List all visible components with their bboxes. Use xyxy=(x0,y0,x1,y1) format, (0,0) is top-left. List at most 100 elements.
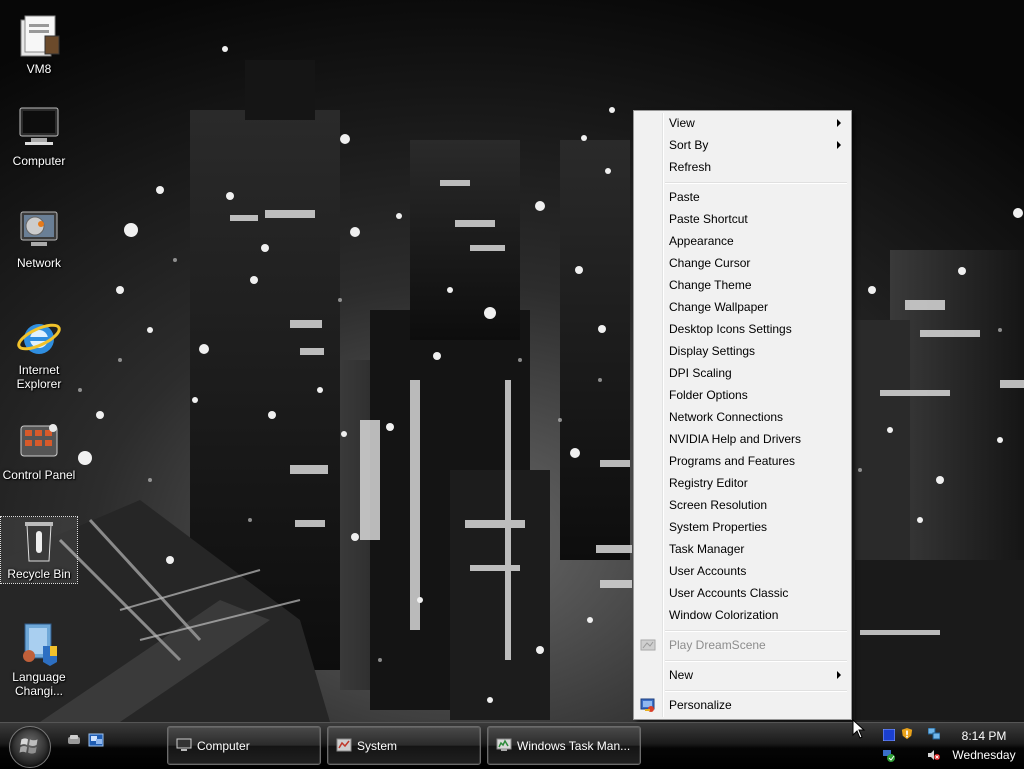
desktop-context-menu: View Sort By Refresh Paste Paste Shortcu… xyxy=(633,110,852,720)
menu-item-label: Screen Resolution xyxy=(669,498,768,512)
menu-item-dpi-scaling[interactable]: DPI Scaling xyxy=(636,362,849,384)
menu-item-programs-and-features[interactable]: Programs and Features xyxy=(636,450,849,472)
menu-item-paste[interactable]: Paste xyxy=(636,186,849,208)
desktop-icon-control-panel[interactable]: Control Panel xyxy=(1,418,77,482)
taskbar-button-system[interactable]: System xyxy=(327,726,481,765)
desktop-icon-label: Recycle Bin xyxy=(7,567,71,581)
menu-item-appearance[interactable]: Appearance xyxy=(636,230,849,252)
taskbar-button-task-manager[interactable]: Windows Task Man... xyxy=(487,726,641,765)
network-connection-icon[interactable] xyxy=(928,728,940,740)
volume-muted-icon[interactable] xyxy=(928,749,940,761)
menu-item-label: Paste xyxy=(669,190,700,204)
menu-item-screen-resolution[interactable]: Screen Resolution xyxy=(636,494,849,516)
menu-item-sort-by[interactable]: Sort By xyxy=(636,134,849,156)
menu-item-display-settings[interactable]: Display Settings xyxy=(636,340,849,362)
menu-item-label: Window Colorization xyxy=(669,608,779,622)
menu-item-label: System Properties xyxy=(669,520,768,534)
control-panel-icon xyxy=(20,424,58,457)
taskbar-clock[interactable]: 8:14 PM Wednesday xyxy=(946,727,1022,765)
taskbar-button-label: Computer xyxy=(197,739,250,753)
menu-item-label: User Accounts xyxy=(669,564,747,578)
quick-launch-switch-windows-icon[interactable] xyxy=(88,732,104,748)
submenu-arrow-icon xyxy=(837,119,841,127)
menu-item-label: Change Wallpaper xyxy=(669,300,768,314)
menu-item-label: New xyxy=(669,668,694,682)
menu-item-network-connections[interactable]: Network Connections xyxy=(636,406,849,428)
clock-time: 8:14 PM xyxy=(961,729,1007,743)
desktop-icon-network[interactable]: Network xyxy=(1,206,77,270)
taskbar-button-label: System xyxy=(357,739,398,753)
menu-item-label: Desktop Icons Settings xyxy=(669,322,792,336)
menu-item-label: Folder Options xyxy=(669,388,748,402)
menu-item-change-cursor[interactable]: Change Cursor xyxy=(636,252,849,274)
recycle-bin-icon xyxy=(25,522,53,562)
menu-item-registry-editor[interactable]: Registry Editor xyxy=(636,472,849,494)
desktop-icon-label: VM8 xyxy=(26,62,52,76)
menu-item-new[interactable]: New xyxy=(636,664,849,686)
menu-item-label: Network Connections xyxy=(669,410,784,424)
menu-item-system-properties[interactable]: System Properties xyxy=(636,516,849,538)
menu-item-change-wallpaper[interactable]: Change Wallpaper xyxy=(636,296,849,318)
menu-item-play-dreamscene[interactable]: Play DreamScene xyxy=(636,634,849,656)
menu-item-label: Play DreamScene xyxy=(669,638,766,652)
dreamscene-icon xyxy=(640,639,656,651)
menu-item-label: View xyxy=(669,116,695,130)
menu-item-paste-shortcut[interactable]: Paste Shortcut xyxy=(636,208,849,230)
task-manager-icon xyxy=(496,738,512,751)
computer-icon xyxy=(176,738,192,751)
menu-item-label: Registry Editor xyxy=(669,476,748,490)
menu-item-change-theme[interactable]: Change Theme xyxy=(636,274,849,296)
menu-item-label: Personalize xyxy=(669,698,732,712)
desktop-icon-vm8[interactable]: VM8 xyxy=(1,12,77,76)
network-icon xyxy=(20,211,58,246)
desktop-icon-recycle-bin[interactable]: Recycle Bin xyxy=(0,516,78,584)
menu-item-personalize[interactable]: Personalize xyxy=(636,694,849,716)
desktop-icon-label: Network xyxy=(16,256,61,270)
menu-item-label: Sort By xyxy=(669,138,709,152)
menu-item-nvidia-help-and-drivers[interactable]: NVIDIA Help and Drivers xyxy=(636,428,849,450)
menu-item-label: Refresh xyxy=(669,160,712,174)
desktop-icon-internet-explorer[interactable]: Internet Explorer xyxy=(1,313,77,391)
desktop-wallpaper[interactable] xyxy=(0,0,1024,722)
start-button[interactable] xyxy=(9,726,51,768)
menu-item-label: DPI Scaling xyxy=(669,366,732,380)
menu-item-label: Appearance xyxy=(669,234,734,248)
menu-item-window-colorization[interactable]: Window Colorization xyxy=(636,604,849,626)
quick-launch-show-desktop-icon[interactable] xyxy=(66,732,82,748)
menu-item-user-accounts-classic[interactable]: User Accounts Classic xyxy=(636,582,849,604)
desktop-icon-label: Language Changi... xyxy=(12,670,66,698)
menu-item-label: Programs and Features xyxy=(669,454,796,468)
menu-item-user-accounts[interactable]: User Accounts xyxy=(636,560,849,582)
taskbar-button-computer[interactable]: Computer xyxy=(167,726,321,765)
menu-item-refresh[interactable]: Refresh xyxy=(636,156,849,178)
submenu-arrow-icon xyxy=(837,671,841,679)
taskbar-button-label: Windows Task Man... xyxy=(517,739,631,753)
menu-item-label: Change Cursor xyxy=(669,256,751,270)
menu-separator xyxy=(665,630,847,632)
submenu-arrow-icon xyxy=(837,141,841,149)
menu-item-view[interactable]: View xyxy=(636,112,849,134)
menu-item-label: Paste Shortcut xyxy=(669,212,748,226)
vm8-folder-icon xyxy=(20,15,60,57)
menu-item-folder-options[interactable]: Folder Options xyxy=(636,384,849,406)
menu-separator xyxy=(665,660,847,662)
windows-logo-icon xyxy=(19,738,38,754)
menu-item-task-manager[interactable]: Task Manager xyxy=(636,538,849,560)
desktop-icon-label: Internet Explorer xyxy=(16,363,62,391)
desktop-icon-label: Computer xyxy=(12,154,66,168)
system-icon xyxy=(336,738,352,752)
menu-item-label: User Accounts Classic xyxy=(669,586,789,600)
menu-item-label: Change Theme xyxy=(669,278,752,292)
desktop-icon-computer[interactable]: Computer xyxy=(1,104,77,168)
desktop-icon-language-changer[interactable]: Language Changi... xyxy=(1,620,77,698)
update-icon[interactable] xyxy=(883,750,895,762)
desktop-icon-label: Control Panel xyxy=(2,468,76,482)
menu-separator xyxy=(665,182,847,184)
security-shield-icon[interactable] xyxy=(901,728,913,740)
square-icon[interactable] xyxy=(883,729,895,741)
internet-explorer-icon xyxy=(17,323,61,354)
menu-item-label: Task Manager xyxy=(669,542,745,556)
taskbar: Computer System Windows Task Man... 8:14… xyxy=(0,722,1024,769)
computer-icon xyxy=(19,107,59,145)
menu-item-desktop-icons-settings[interactable]: Desktop Icons Settings xyxy=(636,318,849,340)
